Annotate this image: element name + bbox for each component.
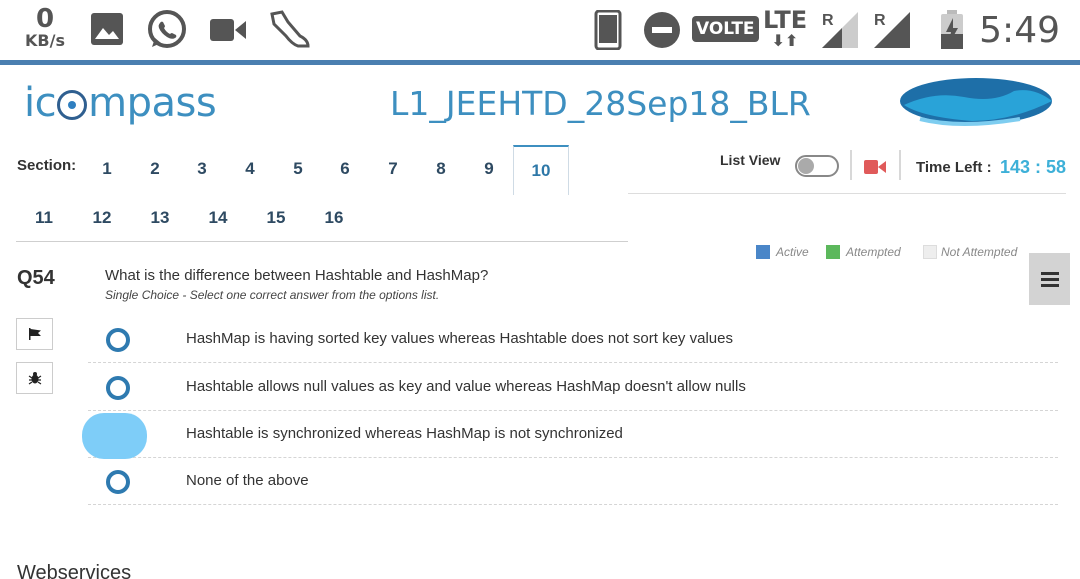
radio-button[interactable] [106,328,130,352]
vertical-divider [850,150,852,180]
section-tab-16[interactable]: 16 [314,208,354,228]
section-tab-14[interactable]: 14 [198,208,238,228]
list-view-toggle[interactable] [795,155,839,177]
section-divider [16,241,628,242]
volte-badge: VOLTE [692,16,759,42]
brand-logo [900,78,1052,126]
answer-option[interactable]: None of the above [88,458,1058,505]
whatsapp-icon [148,10,186,48]
speed-value: 0 [35,4,55,34]
section-tab-10[interactable]: 10 [513,145,569,195]
controls-divider [628,193,1066,194]
legend-not-attempted-swatch [923,245,937,259]
answer-option[interactable]: Hashtable is synchronized whereas HashMa… [82,411,1058,459]
battery-icon [941,10,963,49]
toggle-knob [798,158,814,174]
section-tab-13[interactable]: 13 [140,208,180,228]
status-bar: 0 KB/s VOLTE LTE ⬇⬆ R R 5:49 [0,0,1080,60]
status-clock: 5:49 [979,10,1060,51]
fitness-icon [270,10,310,48]
option-text: HashMap is having sorted key values wher… [186,330,733,347]
section-tab-9[interactable]: 9 [469,159,509,179]
legend-not-attempted: Not Attempted [923,245,1017,259]
question-number: Q54 [17,267,55,289]
legend-not-attempted-label: Not Attempted [941,245,1018,259]
section-tab-12[interactable]: 12 [82,208,122,228]
answer-option[interactable]: Hashtable allows null values as key and … [88,364,1058,411]
flag-button[interactable] [16,318,53,350]
section-tab-11[interactable]: 11 [24,208,64,228]
signal-icon-2 [874,12,910,48]
phone-icon [594,10,622,50]
report-bug-button[interactable] [16,362,53,394]
bug-icon [28,372,41,385]
logo-text-start: ic [24,80,57,126]
flag-icon [28,328,41,340]
legend-active-label: Active [776,245,809,259]
lte-indicator: LTE ⬇⬆ [763,6,808,50]
hamburger-icon [1040,272,1059,287]
legend-active-swatch [756,245,770,259]
radio-selected[interactable] [82,413,147,459]
section-tab-3[interactable]: 3 [182,159,222,179]
section-label: Section: [17,157,77,174]
question-text: What is the difference between Hashtable… [105,267,489,284]
section-tab-15[interactable]: 15 [256,208,296,228]
logo-text-end: mpass [88,80,217,126]
list-view-label: List View [720,152,781,168]
icompass-logo: ic mpass [24,80,217,126]
data-arrows-icon: ⬇⬆ [771,31,799,50]
video-icon [210,19,246,41]
time-left-label: Time Left : [916,159,992,176]
lte-label: LTE [763,6,808,34]
section-tab-8[interactable]: 8 [421,159,461,179]
signal-icon [822,12,858,48]
question-palette-button[interactable] [1029,253,1070,305]
legend-attempted: Attempted [826,245,901,259]
answer-option[interactable]: HashMap is having sorted key values wher… [88,316,1058,363]
section-tab-7[interactable]: 7 [373,159,413,179]
next-section-title: Webservices [17,562,132,579]
time-left-value: 143 : 58 [1000,157,1067,177]
option-text: Hashtable allows null values as key and … [186,378,746,395]
speed-unit: KB/s [25,31,65,50]
radio-button[interactable] [106,376,130,400]
image-icon [91,13,123,45]
option-text: None of the above [186,472,309,489]
header-accent-line [0,60,1080,65]
network-speed: 0 KB/s [20,6,70,50]
question-type: Single Choice - Select one correct answe… [105,288,440,302]
compass-icon [57,90,88,120]
section-tab-1[interactable]: 1 [87,159,127,179]
legend-active: Active [756,245,809,259]
section-tab-4[interactable]: 4 [230,159,270,179]
camera-icon[interactable] [864,159,886,175]
legend-attempted-swatch [826,245,840,259]
section-tab-2[interactable]: 2 [135,159,175,179]
section-tab-6[interactable]: 6 [325,159,365,179]
option-text: Hashtable is synchronized whereas HashMa… [186,425,623,442]
vertical-divider-2 [899,150,901,180]
radio-button[interactable] [106,470,130,494]
dnd-icon [644,12,680,48]
section-tab-5[interactable]: 5 [278,159,318,179]
legend-attempted-label: Attempted [846,245,901,259]
exam-title: L1_JEEHTD_28Sep18_BLR [390,84,811,123]
